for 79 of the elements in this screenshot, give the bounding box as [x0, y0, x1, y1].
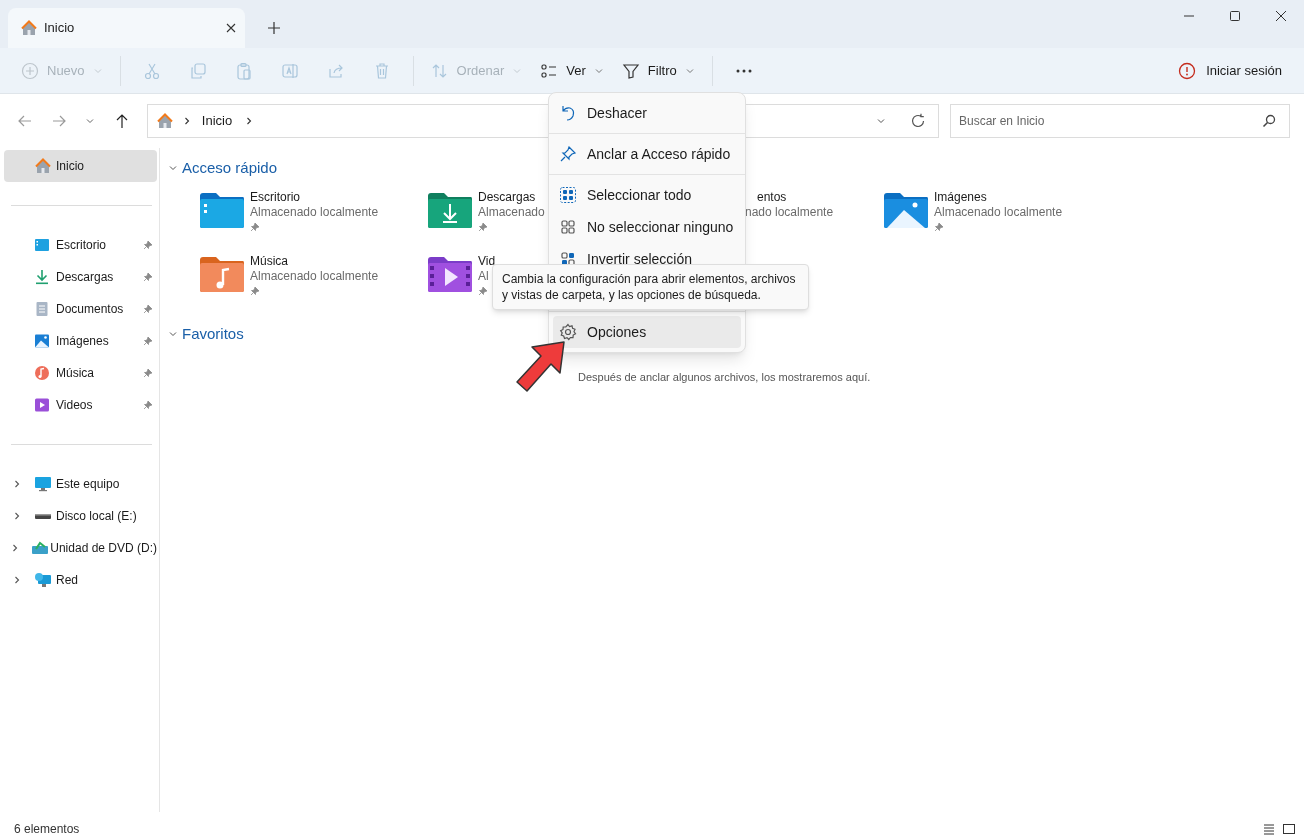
video-icon	[34, 397, 50, 413]
picture-icon	[34, 333, 50, 349]
breadcrumb[interactable]: Inicio	[201, 111, 233, 131]
dvd-drive-icon	[30, 540, 49, 556]
maximize-icon	[1229, 10, 1241, 22]
chevron-down-icon	[168, 329, 178, 339]
tab[interactable]: Inicio	[8, 8, 245, 48]
sidebar-item[interactable]: Este equipo	[4, 468, 157, 500]
home-icon	[155, 112, 174, 130]
sign-in-button[interactable]: Iniciar sesión	[1172, 54, 1288, 87]
sidebar-item[interactable]: Descargas	[4, 261, 157, 293]
folder-name[interactable]: entos	[745, 190, 834, 205]
download-icon	[34, 269, 50, 285]
sidebar-item[interactable]: Unidad de DVD (D:)	[4, 532, 157, 564]
monitor-icon	[34, 476, 52, 492]
sidebar-item[interactable]: Documentos	[4, 293, 157, 325]
empty-message: Después de anclar algunos archivos, los mostraremos aquí.	[578, 371, 871, 383]
search-field[interactable]: Buscar en Inicio	[950, 104, 1290, 138]
details-view-icon	[1262, 822, 1276, 836]
folder-name[interactable]: Música	[250, 254, 379, 269]
folder-name[interactable]: Descargas	[478, 190, 545, 205]
home-icon	[34, 157, 52, 175]
alert-icon	[1178, 61, 1197, 80]
select-all-icon	[559, 186, 577, 204]
menu-item[interactable]: Opciones	[553, 316, 741, 348]
folder-subtitle: Al	[478, 269, 490, 284]
chevron-right-icon	[12, 479, 22, 489]
document-icon	[34, 301, 50, 317]
folder-name[interactable]: Escritorio	[250, 190, 379, 205]
chevron-right-icon	[12, 575, 22, 585]
folder-subtitle: Almacenado localmente	[250, 205, 379, 220]
download-folder-icon	[426, 190, 474, 230]
search-icon	[1262, 114, 1276, 128]
toolbar-button[interactable]: Ver	[531, 53, 613, 88]
close-icon	[1275, 10, 1287, 22]
tiles-view-icon	[1282, 822, 1296, 836]
desktop-folder-icon	[34, 237, 50, 253]
music-folder-icon	[198, 254, 246, 294]
folder-subtitle: Almacenado localmente	[934, 205, 1063, 220]
folder-subtitle: Almacenado localmente	[250, 269, 379, 284]
section-header[interactable]: Acceso rápido	[182, 156, 278, 180]
plus-icon	[267, 21, 281, 35]
sidebar-item[interactable]: Inicio	[4, 150, 157, 182]
folder-subtitle: Almacenado	[478, 205, 545, 220]
tab-title: Inicio	[44, 19, 76, 38]
menu-item[interactable]: No seleccionar ninguno	[553, 211, 741, 243]
desktop-folder-icon	[198, 190, 246, 230]
folder-name[interactable]: Imágenes	[934, 190, 1063, 205]
select-none-icon	[559, 218, 577, 236]
chevron-down-icon	[85, 116, 96, 126]
chevron-down-icon	[168, 163, 178, 173]
pictures-folder-icon	[882, 190, 930, 230]
settings-icon	[559, 323, 577, 341]
close-icon	[225, 22, 237, 34]
music-icon	[34, 365, 50, 381]
item-count: 6 elementos	[14, 821, 80, 838]
refresh-icon	[910, 113, 926, 129]
toolbar-button[interactable]: Filtro	[612, 53, 704, 88]
pin-icon	[559, 145, 577, 163]
home-icon	[20, 19, 38, 37]
network-icon	[34, 572, 52, 588]
section-header[interactable]: Favoritos	[182, 322, 244, 346]
video-folder-icon	[426, 254, 474, 294]
chevron-down-icon	[876, 116, 886, 126]
back-arrow-icon	[16, 113, 33, 129]
folder-subtitle: nado localmente	[745, 205, 834, 220]
chevron-right-icon	[12, 511, 22, 521]
sidebar-item[interactable]: Imágenes	[4, 325, 157, 357]
up-arrow-icon	[114, 113, 130, 129]
sidebar-item[interactable]: Videos	[4, 389, 157, 421]
forward-arrow-icon	[50, 113, 67, 129]
sidebar-item[interactable]: Disco local (E:)	[4, 500, 157, 532]
menu-item[interactable]: Anclar a Acceso rápido	[553, 138, 741, 170]
sidebar-item[interactable]: Escritorio	[4, 229, 157, 261]
tooltip: Cambia la configuración para abrir elementos, archivos y vistas de carpeta, y las opciones de búsqueda.	[492, 264, 809, 310]
menu-item[interactable]: Seleccionar todo	[553, 179, 741, 211]
sidebar-item[interactable]: Música	[4, 357, 157, 389]
undo-icon	[559, 104, 577, 122]
sidebar-item[interactable]: Red	[4, 564, 157, 596]
